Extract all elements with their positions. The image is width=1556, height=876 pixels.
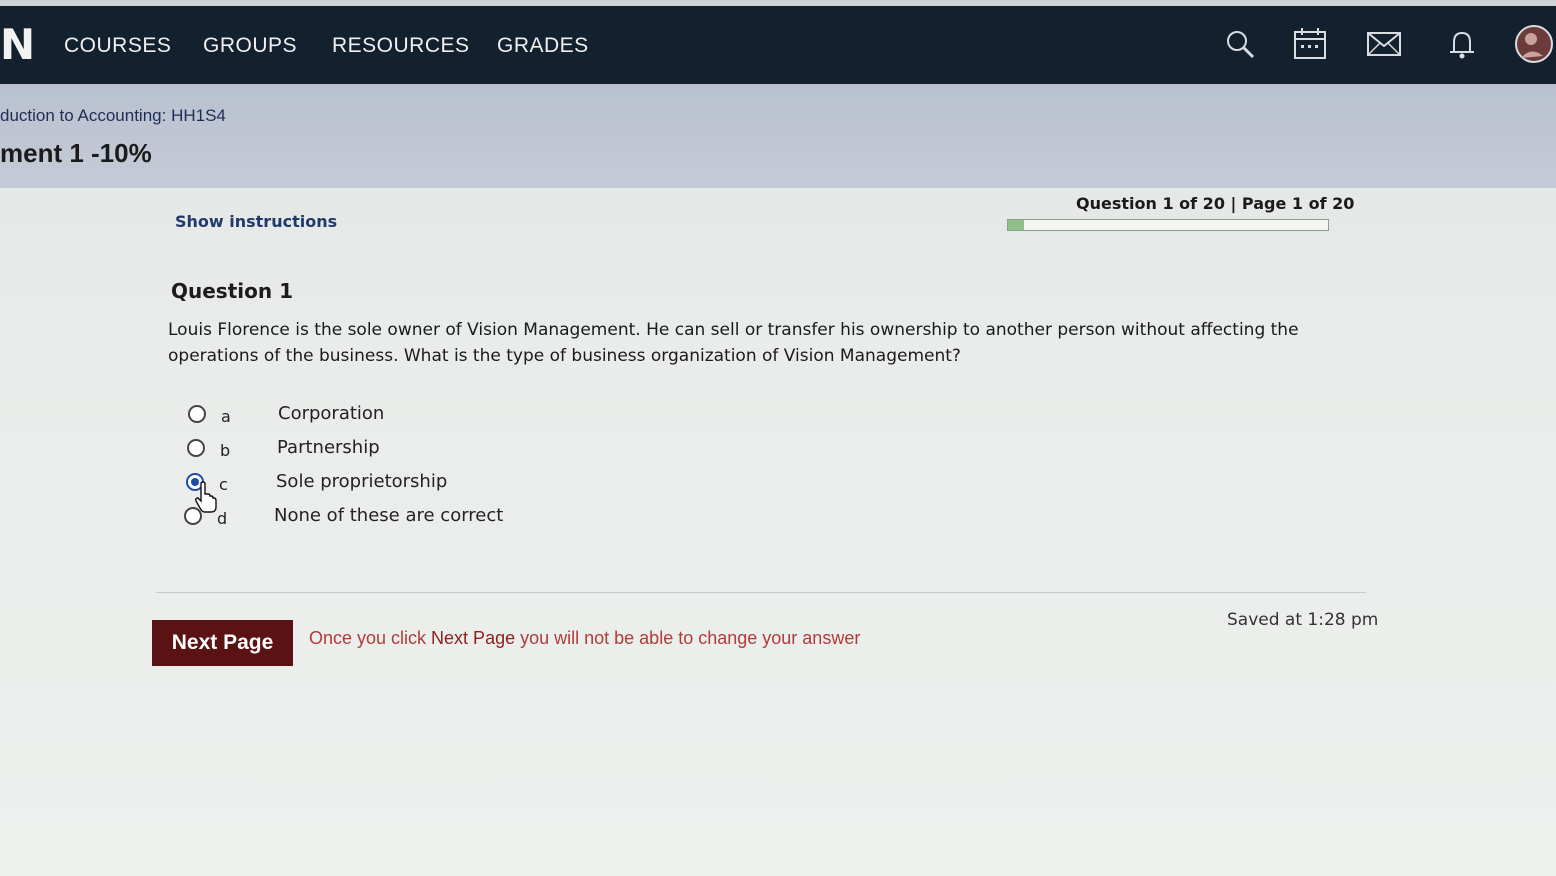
calendar-icon[interactable] xyxy=(1292,26,1328,62)
course-breadcrumb[interactable]: duction to Accounting: HH1S4 xyxy=(0,106,226,126)
search-icon[interactable] xyxy=(1222,26,1258,62)
question-text: Louis Florence is the sole owner of Visi… xyxy=(168,320,1299,366)
option-letter: d xyxy=(217,509,228,528)
progress-fill xyxy=(1008,220,1024,230)
app-logo[interactable]: N xyxy=(0,20,35,69)
option-label[interactable]: Corporation xyxy=(278,403,384,424)
top-navigation-bar: N COURSES GROUPS RESOURCES GRADES xyxy=(0,0,1556,84)
option-letter: a xyxy=(221,407,231,426)
option-a[interactable]: a Corporation xyxy=(188,403,588,429)
user-avatar[interactable] xyxy=(1514,24,1554,64)
radio-b[interactable] xyxy=(187,439,205,457)
option-letter: c xyxy=(219,475,228,494)
warning-prefix: Once you click xyxy=(309,628,432,648)
mail-icon[interactable] xyxy=(1366,26,1402,62)
saved-status: Saved at 1:28 pm xyxy=(1227,610,1379,630)
option-label[interactable]: None of these are correct xyxy=(274,505,503,526)
question-title: Question 1 xyxy=(171,279,293,303)
next-page-warning: Once you click Next Page you will not be… xyxy=(309,628,860,649)
option-b[interactable]: b Partnership xyxy=(187,437,587,463)
option-label[interactable]: Sole proprietorship xyxy=(276,471,447,492)
mouse-pointer-icon xyxy=(195,481,217,513)
nav-resources[interactable]: RESOURCES xyxy=(332,34,470,58)
option-d[interactable]: d None of these are correct xyxy=(184,505,584,531)
notification-bell-icon[interactable] xyxy=(1444,26,1480,62)
next-page-button[interactable]: Next Page xyxy=(152,620,293,666)
course-header xyxy=(0,84,1556,188)
option-letter: b xyxy=(220,441,231,460)
option-label[interactable]: Partnership xyxy=(277,437,380,458)
question-counter: Question 1 of 20 | Page 1 of 20 xyxy=(1076,194,1355,213)
nav-groups[interactable]: GROUPS xyxy=(203,34,297,58)
quiz-progress-bar xyxy=(1007,219,1329,231)
assignment-title: ment 1 -10% xyxy=(0,138,152,168)
show-instructions-link[interactable]: Show instructions xyxy=(175,212,337,231)
warning-suffix: you will not be able to change your answ… xyxy=(515,628,861,648)
nav-grades[interactable]: GRADES xyxy=(497,34,589,58)
warning-emphasis: Next Page xyxy=(431,628,516,648)
radio-a[interactable] xyxy=(188,405,206,423)
footer-divider xyxy=(156,592,1366,593)
option-c[interactable]: c Sole proprietorship xyxy=(186,471,586,497)
nav-courses[interactable]: COURSES xyxy=(64,34,171,58)
